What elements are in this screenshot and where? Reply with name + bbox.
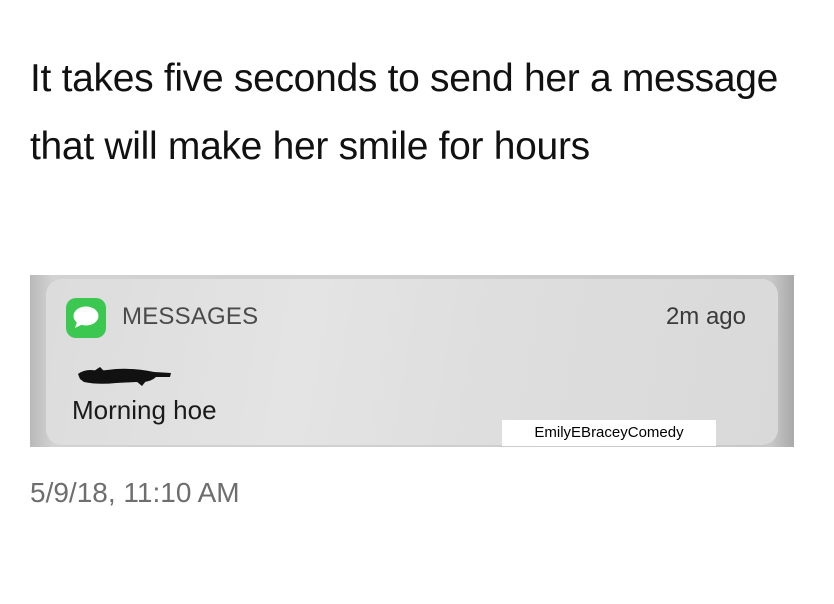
watermark: EmilyEBraceyComedy (502, 420, 716, 446)
app-name: MESSAGES (122, 303, 259, 330)
tweet-text: It takes five seconds to send her a mess… (30, 57, 779, 168)
time-ago: 2m ago (665, 303, 746, 330)
tweet-timestamp: 5/9/18, 11:10 AM (30, 477, 240, 508)
message-body: Morning hoe (72, 395, 217, 425)
redacted-sender-name (76, 365, 172, 387)
messages-bubble-icon (66, 298, 106, 338)
